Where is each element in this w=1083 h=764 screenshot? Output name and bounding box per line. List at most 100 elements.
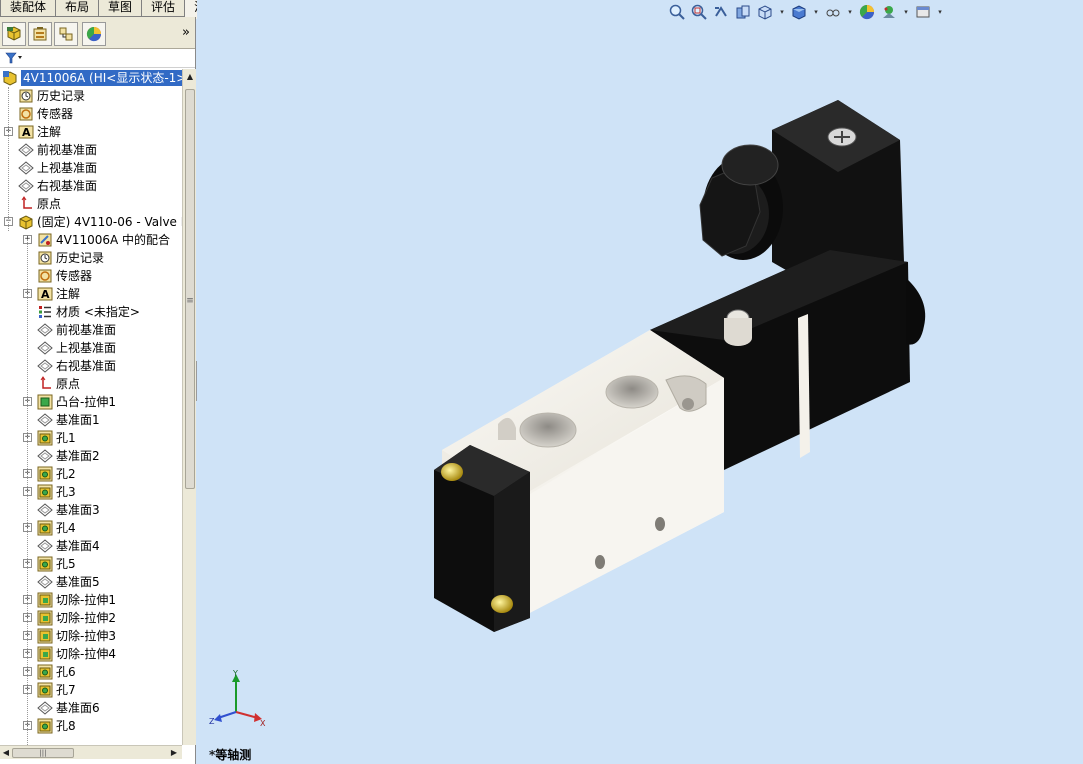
tree-item[interactable]: 孔6 [37,663,76,681]
plane-icon [18,160,34,176]
apply-scene-icon[interactable] [879,2,899,22]
tree-item-label: 注解 [56,287,81,301]
tree-item[interactable]: A 注解 [18,123,61,141]
view-orientation-dropdown-icon[interactable]: ▾ [777,8,787,16]
display-style-dropdown-icon[interactable]: ▾ [811,8,821,16]
history-icon [18,88,34,104]
tree-item[interactable]: 4V11006A (HI<显示状态-1> [2,69,182,87]
tab-2[interactable]: 草图 [98,0,143,17]
more-tabs-chevron[interactable]: » [182,25,190,40]
tree-item[interactable]: 基准面3 [37,501,100,519]
edit-appearance-icon[interactable] [857,2,877,22]
display-manager-tab[interactable] [82,22,106,46]
view-orientation-label: *等轴测 [209,748,252,762]
filter-icon[interactable] [5,52,23,64]
tree-item[interactable]: 历史记录 [18,87,85,105]
tab-3[interactable]: 评估 [141,0,186,17]
apply-scene-dropdown-icon[interactable]: ▾ [901,8,911,16]
graphics-viewport[interactable]: ▾ ▾ ▾ ▾ ▾ [197,0,1083,764]
tree-item[interactable]: 孔3 [37,483,76,501]
tree-guide-line [8,87,9,231]
plane-icon [37,700,53,716]
valve-model-render[interactable] [197,0,1083,764]
tree-item[interactable]: 历史记录 [37,249,104,267]
tree-item[interactable]: 前视基准面 [18,141,97,159]
tree-item[interactable]: 原点 [18,195,61,213]
tree-item[interactable]: 基准面6 [37,699,100,717]
tree-item[interactable]: 凸台-拉伸1 [37,393,116,411]
tree-item-label: 孔4 [56,521,76,535]
tree-item[interactable]: 材质 <未指定> [37,303,140,321]
scroll-right-arrow-icon[interactable]: ▶ [168,747,180,759]
tree-item[interactable]: 孔8 [37,717,76,735]
tree-item[interactable]: 基准面2 [37,447,100,465]
tree-vertical-scrollbar[interactable]: ▲ ≡ [182,69,196,745]
tree-horizontal-scrollbar[interactable]: ◀ ||| ▶ [0,745,182,759]
tree-item-label: 切除-拉伸3 [56,629,116,643]
scroll-thumb[interactable] [185,89,195,489]
hide-show-items-icon[interactable] [823,2,843,22]
cut-extrude-icon [37,628,53,644]
tree-item[interactable]: 孔5 [37,555,76,573]
tree-item-label: 孔1 [56,431,76,445]
tree-item-label: 历史记录 [56,251,105,265]
scroll-up-arrow-icon[interactable]: ▲ [184,71,196,83]
tree-item[interactable]: (固定) 4V110-06 - Valve B [18,213,182,231]
tree-item[interactable]: 传感器 [37,267,92,285]
feature-manager-tab[interactable] [2,22,26,46]
boss-extrude-icon [37,394,53,410]
property-manager-tab[interactable] [28,22,52,46]
tree-item[interactable]: 右视基准面 [18,177,97,195]
hide-show-dropdown-icon[interactable]: ▾ [845,8,855,16]
sensor-icon [18,106,34,122]
tree-item[interactable]: 基准面1 [37,411,100,429]
tab-1[interactable]: 布局 [55,0,100,17]
annotation-icon: A [37,286,53,302]
tree-item[interactable]: 切除-拉伸4 [37,645,116,663]
annotation-icon: A [18,124,34,140]
tree-item[interactable]: 孔2 [37,465,76,483]
feature-tree-icon [7,26,21,41]
view-orientation-icon[interactable] [755,2,775,22]
tree-item[interactable]: 原点 [37,375,80,393]
tree-guide-line [27,239,28,745]
tree-item-label: 原点 [37,197,62,211]
tree-item[interactable]: A 注解 [37,285,80,303]
horizontal-scroll-thumb[interactable]: ||| [12,748,74,758]
tree-item[interactable]: 基准面4 [37,537,100,555]
tree-item[interactable]: 上视基准面 [37,339,116,357]
tree-item-label: 注解 [37,125,62,139]
tree-item[interactable]: 孔1 [37,429,76,447]
tree-item[interactable]: 4V11006A 中的配合 [37,231,170,249]
section-view-icon[interactable] [733,2,753,22]
tree-item-label: 基准面4 [56,539,100,553]
previous-view-icon[interactable] [711,2,731,22]
tree-item-label: 右视基准面 [56,359,117,373]
tree-item[interactable]: 切除-拉伸3 [37,627,116,645]
tree-item-label: 孔3 [56,485,76,499]
tree-item-label: 孔7 [56,683,76,697]
tree-item[interactable]: 孔4 [37,519,76,537]
tree-item[interactable]: 上视基准面 [18,159,97,177]
tree-item[interactable]: 传感器 [18,105,73,123]
tree-item[interactable]: 切除-拉伸1 [37,591,116,609]
tree-item-label: 基准面1 [56,413,100,427]
tree-item[interactable]: 切除-拉伸2 [37,609,116,627]
zoom-to-fit-icon[interactable] [667,2,687,22]
tree-item-label: 4V11006A 中的配合 [56,233,171,247]
tree-item[interactable]: 基准面5 [37,573,100,591]
tab-0[interactable]: 装配体 [0,0,57,17]
view-settings-dropdown-icon[interactable]: ▾ [935,8,945,16]
hole-icon [37,682,53,698]
panel-toolbar: » [0,17,195,49]
origin-icon [18,196,34,212]
configuration-manager-tab[interactable] [54,22,78,46]
tree-item[interactable]: 右视基准面 [37,357,116,375]
tree-item[interactable]: 前视基准面 [37,321,116,339]
tree-item[interactable]: 孔7 [37,681,76,699]
view-settings-icon[interactable] [913,2,933,22]
plane-icon [37,322,53,338]
scroll-left-arrow-icon[interactable]: ◀ [0,747,12,759]
display-style-icon[interactable] [789,2,809,22]
zoom-to-area-icon[interactable] [689,2,709,22]
